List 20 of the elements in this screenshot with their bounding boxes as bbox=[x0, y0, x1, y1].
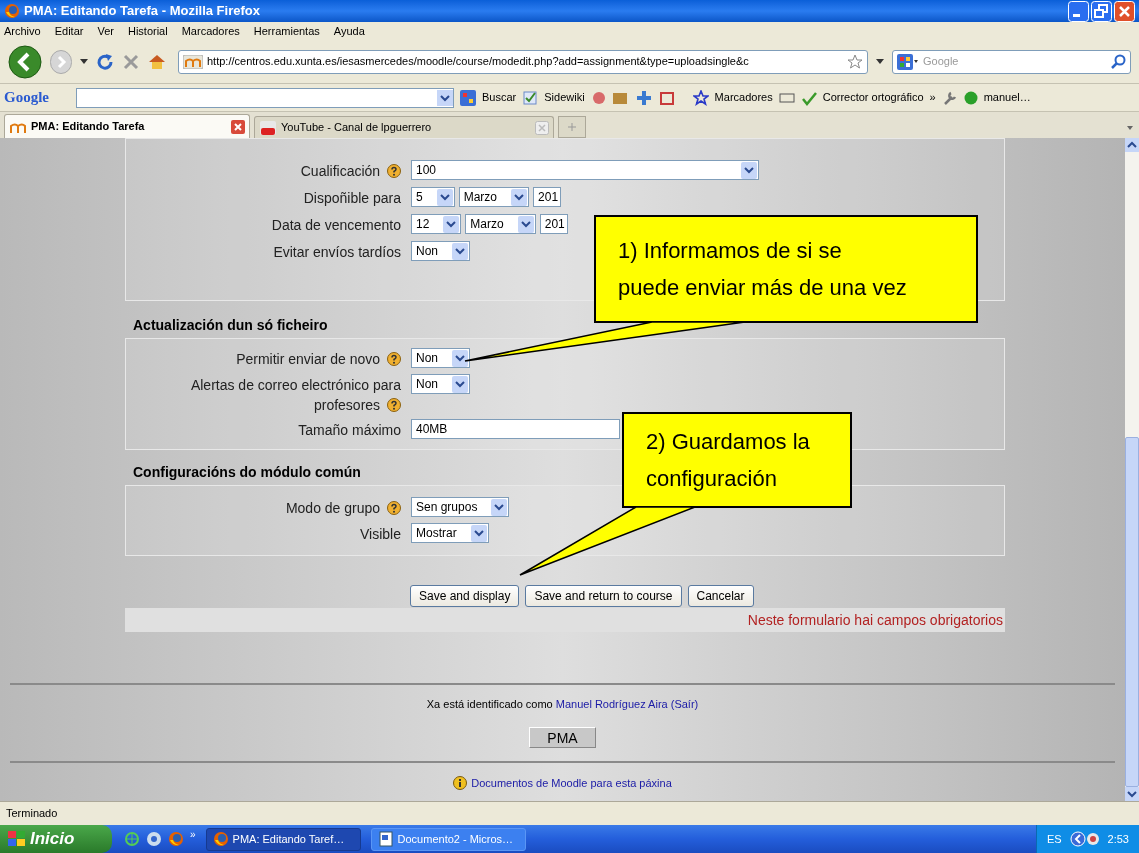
field-label: Cualificación bbox=[126, 160, 401, 181]
field-label: Dispoñible para bbox=[302, 189, 401, 208]
callout-text: configuración bbox=[646, 465, 778, 493]
field-label: Permitir enviar de novo bbox=[126, 348, 401, 369]
field-label: Modo de grupo bbox=[126, 497, 401, 518]
field-label: Data de vencemento bbox=[270, 216, 401, 235]
section-heading: Actualización dun só ficheiro bbox=[133, 316, 328, 335]
callout-text: 1) Informamos de si se bbox=[618, 237, 843, 265]
window-title: PMA: Editando Tarefa - Mozilla Firefox bbox=[24, 2, 261, 21]
login-info: Xa está identificado como Manuel Rodríguez Aira (Saír) bbox=[425, 697, 700, 712]
field-label: Alertas de correo electrónico para profesores bbox=[189, 376, 401, 415]
callout-text: puede enviar más de una vez bbox=[618, 274, 908, 302]
field-label: Visible bbox=[359, 525, 401, 544]
clock: 2:53 bbox=[1107, 831, 1129, 847]
field-label: Tamaño máximo bbox=[297, 421, 401, 440]
field-label: Evitar envíos tardíos bbox=[272, 243, 401, 262]
status-text: Terminado bbox=[6, 806, 58, 822]
required-note: Neste formulario hai campos obrigatorios bbox=[747, 610, 1004, 630]
callout-text: 2) Guardamos la bbox=[646, 428, 811, 456]
section-heading: Configuracións do módulo común bbox=[133, 463, 361, 482]
